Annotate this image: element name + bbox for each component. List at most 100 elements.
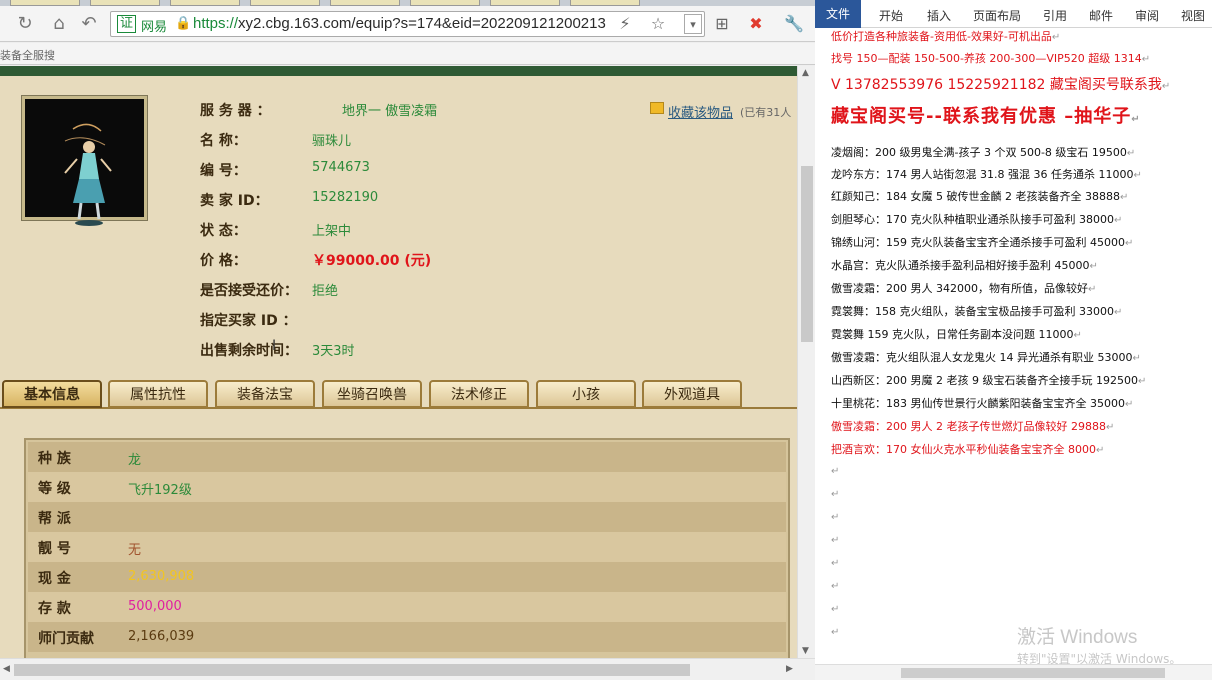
stat-value: 2,166,039 [128,629,195,644]
stat-value: 2,630,908 [128,569,195,584]
document-line: 霓裳舞 159 克火队，日常任务副本没问题 11000↵ [831,326,1082,342]
document-line: 找号 150—配装 150-500-养孩 200-300—VIP520 超级 1… [831,50,1150,66]
paragraph-mark-icon: ↵ [1126,148,1136,159]
stat-value: 飞升192级 [128,483,192,498]
paragraph-mark-icon: ↵ [831,512,840,523]
url-text[interactable]: https://xy2.cbg.163.com/equip?s=174&eid=… [193,15,606,32]
scroll-right-icon[interactable]: ▶ [786,664,793,674]
paragraph-mark-icon: ↵ [1161,81,1171,92]
page-vertical-scrollbar[interactable]: ▲ ▼ [797,66,815,658]
document-line-text: 霓裳舞 159 克火队，日常任务副本没问题 11000 [831,328,1074,341]
ribbon-tab-insert[interactable]: 插入 [927,7,951,24]
bookmark-item[interactable]: 装备全服搜 [0,47,55,63]
document-line-text: 藏宝阁买号--联系我有优惠 –抽华子 [831,106,1132,127]
page-header-strip [0,66,797,76]
document-line: 红颜知己：184 女魔 5 破传世金麟 2 老孩装备齐全 38888↵ [831,188,1128,204]
tab-equipment[interactable]: 装备法宝 [215,380,315,408]
paragraph-mark-icon: ↵ [831,604,840,615]
ribbon-tab-view[interactable]: 视图 [1181,7,1205,24]
document-body[interactable]: 低价打造各种旅装备-资用低-效果好-可机出品↵ 找号 150—配装 150-500… [815,28,1212,664]
certificate-badge[interactable]: 证 [117,15,137,33]
star-icon[interactable]: ☆ [648,14,668,34]
browser-window: ↻ ⌂ ↶ 证 网易 🔒 https://xy2.cbg.163.com/equ… [0,0,815,680]
grid-icon[interactable]: ⊞ [712,14,732,34]
table-row: 存 款 500,000 [28,592,786,622]
ribbon-tab-file[interactable]: 文件 [815,0,861,28]
stat-label: 靓 号 [38,541,71,557]
document-line: V 13782553976 15225921182 藏宝阁买号联系我↵ [831,74,1170,94]
ribbon-tab-layout[interactable]: 页面布局 [973,7,1021,24]
document-line: 傲雪凌霜：200 男人 2 老孩子传世燃灯品像较好 29888↵ [831,418,1114,434]
wrench-icon[interactable]: 🔧 [784,14,804,34]
paragraph-mark-icon: ↵ [1137,376,1147,387]
document-line: 霓裳舞：158 克火组队，装备宝宝极品接手可盈利 33000↵ [831,303,1122,319]
info-label: 指定买家 ID ： [200,313,297,329]
info-label: 服 务 器 ： [200,103,271,119]
basic-info-table: 种 族 龙 等 级 飞升192级 帮 派 靓 号 无 现 金 2,630,908 [24,438,790,658]
document-line-text: 把酒言欢：170 女仙火克水平秒仙装备宝宝齐全 8000 [831,443,1096,456]
scroll-down-icon[interactable]: ▼ [802,646,809,656]
chevron-down-icon[interactable]: ▾ [684,14,702,34]
game-icon[interactable]: ✖ [746,14,766,34]
ribbon-tab-references[interactable]: 引用 [1043,7,1067,24]
url-scheme: https:// [193,15,239,32]
paragraph-mark-icon: ↵ [1113,215,1123,226]
refresh-icon[interactable]: ↻ [14,13,36,35]
paragraph-mark-icon: ↵ [831,627,840,638]
scroll-thumb[interactable] [901,668,1165,678]
paragraph-mark-icon: ↵ [831,535,840,546]
document-line-text: 低价打造各种旅装备-资用低-效果好-可机出品 [831,30,1052,43]
paragraph-mark-icon: ↵ [1131,114,1141,125]
server-value: 地界一 傲雪凌霜 [342,104,438,119]
text-cursor-icon: I [272,338,277,354]
lightning-icon[interactable]: ⚡ [615,14,635,34]
document-line: 龙吟东方：174 男人站街忽混 31.8 强混 36 任务通杀 11000↵ [831,166,1142,182]
remaining-time-value: 3天3时 [312,344,355,359]
paragraph-mark-icon: ↵ [831,466,840,477]
paragraph-mark-icon: ↵ [1141,54,1151,65]
back-icon[interactable]: ↶ [78,13,100,35]
paragraph-mark-icon: ↵ [831,489,840,500]
folder-icon[interactable] [650,102,664,114]
info-label: 状 态： [200,223,247,239]
paragraph-mark-icon: ↵ [1087,284,1097,295]
stat-value: 龙 [128,453,142,468]
ribbon-tab-home[interactable]: 开始 [879,7,903,24]
scroll-thumb[interactable] [14,664,690,676]
page-horizontal-scrollbar[interactable]: ◀ ▶ [0,658,815,680]
activation-watermark-subtitle: 转到"设置"以激活 Windows。 [1017,652,1182,666]
status-value: 上架中 [312,224,352,239]
paragraph-mark-icon: ↵ [1105,422,1115,433]
tab-attributes[interactable]: 属性抗性 [108,380,208,408]
document-line-text: 水晶宫：克火队通杀接手盈利品相好接手盈利 45000 [831,259,1090,272]
paragraph-mark-icon: ↵ [831,558,840,569]
document-line: 傲雪凌霜：克火组队混人女龙鬼火 14 异光通杀有职业 53000↵ [831,349,1141,365]
home-icon[interactable]: ⌂ [48,13,70,35]
tab-spell-correction[interactable]: 法术修正 [429,380,529,408]
document-line-text: V 13782553976 15225921182 藏宝阁买号联系我 [831,77,1162,93]
paragraph-mark-icon: ↵ [1095,445,1105,456]
detail-tabs: 基本信息 属性抗性 装备法宝 坐骑召唤兽 法术修正 小孩 外观道具 [0,379,797,409]
paragraph-mark-icon: ↵ [1113,307,1123,318]
favorite-link[interactable]: 收藏该物品 [668,102,733,121]
scroll-up-icon[interactable]: ▲ [802,68,809,78]
tab-children[interactable]: 小孩 [536,380,636,408]
tab-mounts[interactable]: 坐骑召唤兽 [322,380,422,408]
activation-watermark-title: 激活 Windows [1017,627,1138,648]
stat-label: 存 款 [38,601,71,617]
document-line-text: 龙吟东方：174 男人站街忽混 31.8 强混 36 任务通杀 11000 [831,168,1134,181]
stat-value: 无 [128,543,142,558]
character-figure-icon [64,123,112,226]
document-line-text: 山西新区：200 男魔 2 老孩 9 级宝石装备齐全接手玩 192500 [831,374,1138,387]
document-line: 山西新区：200 男魔 2 老孩 9 级宝石装备齐全接手玩 192500↵ [831,372,1146,388]
site-name: 网易 [141,20,168,35]
ribbon-tabs: 文件 开始 插入 页面布局 引用 邮件 审阅 视图 [815,0,1212,28]
url-path: xy2.cbg.163.com/equip?s=174&eid=20220912… [238,15,606,32]
ribbon-tab-review[interactable]: 审阅 [1135,7,1159,24]
scroll-thumb[interactable] [801,166,813,342]
tab-appearance[interactable]: 外观道具 [642,380,742,408]
ribbon-tab-mailings[interactable]: 邮件 [1089,7,1113,24]
tab-basic-info[interactable]: 基本信息 [2,380,102,408]
scroll-left-icon[interactable]: ◀ [3,664,10,674]
document-line-text: 锦绣山河：159 克火队装备宝宝齐全通杀接手可盈利 45000 [831,236,1125,249]
